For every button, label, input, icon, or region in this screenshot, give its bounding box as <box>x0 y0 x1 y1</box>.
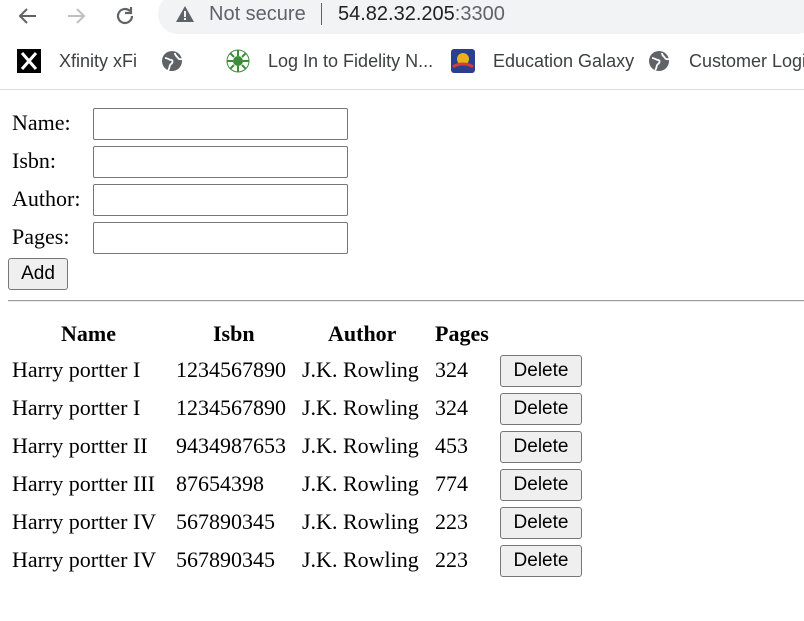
book-pages-cell: 453 <box>435 433 468 458</box>
book-isbn-cell: 87654398 <box>176 471 264 496</box>
url-host: 54.82.32.205 <box>338 3 455 25</box>
column-header-pages: Pages <box>435 321 489 346</box>
pages-input[interactable] <box>93 222 348 254</box>
add-button[interactable]: Add <box>8 258 68 290</box>
url-port: :3300 <box>454 3 505 25</box>
bookmarks-bar: Xfinity xFi Log In to Fidelity N... Educ… <box>0 42 804 80</box>
education-galaxy-icon <box>451 49 475 73</box>
column-header-name: Name <box>61 321 116 346</box>
fidelity-icon <box>226 49 250 73</box>
book-isbn-cell: 1234567890 <box>176 395 286 420</box>
bookmark-fidelity[interactable]: Log In to Fidelity N... <box>226 42 433 80</box>
globe-icon <box>160 49 184 73</box>
bookmark-xfinity[interactable]: Xfinity xFi <box>17 42 137 80</box>
name-input[interactable] <box>93 108 348 140</box>
table-row: Harry portter II 9434987653 J.K. Rowling… <box>0 431 804 469</box>
address-bar[interactable]: Not secure 54.82.32.205:3300 <box>158 0 804 34</box>
delete-button[interactable]: Delete <box>500 431 582 463</box>
globe-icon <box>647 49 671 73</box>
book-isbn-cell: 567890345 <box>176 509 275 534</box>
book-author-cell: J.K. Rowling <box>302 471 419 496</box>
table-row: Harry portter IV 567890345 J.K. Rowling … <box>0 545 804 583</box>
table-row: Harry portter I 1234567890 J.K. Rowling … <box>0 355 804 393</box>
book-name-cell: Harry portter I <box>12 357 141 382</box>
delete-button[interactable]: Delete <box>500 545 582 577</box>
book-author-cell: J.K. Rowling <box>302 395 419 420</box>
book-pages-cell: 324 <box>435 357 468 382</box>
book-name-cell: Harry portter IV <box>12 547 157 572</box>
book-author-cell: J.K. Rowling <box>302 509 419 534</box>
pages-label: Pages: <box>12 224 70 249</box>
book-pages-cell: 223 <box>435 509 468 534</box>
xfinity-icon <box>17 49 41 73</box>
book-pages-cell: 223 <box>435 547 468 572</box>
column-header-isbn: Isbn <box>213 321 255 346</box>
delete-button[interactable]: Delete <box>500 355 582 387</box>
security-status-text: Not secure <box>209 3 306 25</box>
forward-button[interactable] <box>62 2 90 30</box>
bookmark-education-galaxy[interactable]: Education Galaxy <box>451 42 634 80</box>
back-button[interactable] <box>14 2 42 30</box>
browser-toolbar: Not secure 54.82.32.205:3300 <box>0 0 804 34</box>
book-isbn-cell: 1234567890 <box>176 357 286 382</box>
reload-icon <box>116 7 134 25</box>
isbn-input[interactable] <box>93 146 348 178</box>
book-isbn-cell: 9434987653 <box>176 433 286 458</box>
book-author-cell: J.K. Rowling <box>302 547 419 572</box>
book-pages-cell: 774 <box>435 471 468 496</box>
url-separator <box>321 3 322 25</box>
url-text: 54.82.32.205:3300 <box>338 3 505 26</box>
book-author-cell: J.K. Rowling <box>302 433 419 458</box>
delete-button[interactable]: Delete <box>500 507 582 539</box>
book-name-cell: Harry portter IV <box>12 509 157 534</box>
chrome-divider <box>0 89 804 90</box>
forward-arrow-icon <box>68 8 86 24</box>
bookmark-label: Log In to Fidelity N... <box>268 50 434 71</box>
table-row: Harry portter IV 567890345 J.K. Rowling … <box>0 507 804 545</box>
bookmark-label: Xfinity xFi <box>59 50 138 71</box>
section-divider <box>8 300 804 302</box>
book-author-cell: J.K. Rowling <box>302 357 419 382</box>
book-name-cell: Harry portter III <box>12 471 155 496</box>
book-name-cell: Harry portter I <box>12 395 141 420</box>
delete-button[interactable]: Delete <box>500 393 582 425</box>
book-pages-cell: 324 <box>435 395 468 420</box>
book-isbn-cell: 567890345 <box>176 547 275 572</box>
name-label: Name: <box>12 110 71 135</box>
bookmark-label: Education Galaxy <box>493 50 635 71</box>
author-label: Author: <box>12 186 81 211</box>
delete-button[interactable]: Delete <box>500 469 582 501</box>
author-input[interactable] <box>93 184 348 216</box>
book-name-cell: Harry portter II <box>12 433 148 458</box>
column-header-author: Author <box>328 321 397 346</box>
back-arrow-icon <box>18 8 36 24</box>
warning-triangle-icon <box>176 6 194 22</box>
table-row: Harry portter I 1234567890 J.K. Rowling … <box>0 393 804 431</box>
bookmark-customer-login[interactable]: Customer Login <box>647 42 804 80</box>
bookmark-label: Customer Login <box>689 50 804 71</box>
bookmark-globe[interactable] <box>160 42 202 80</box>
isbn-label: Isbn: <box>12 148 56 173</box>
reload-button[interactable] <box>111 2 139 30</box>
table-row: Harry portter III 87654398 J.K. Rowling … <box>0 469 804 507</box>
